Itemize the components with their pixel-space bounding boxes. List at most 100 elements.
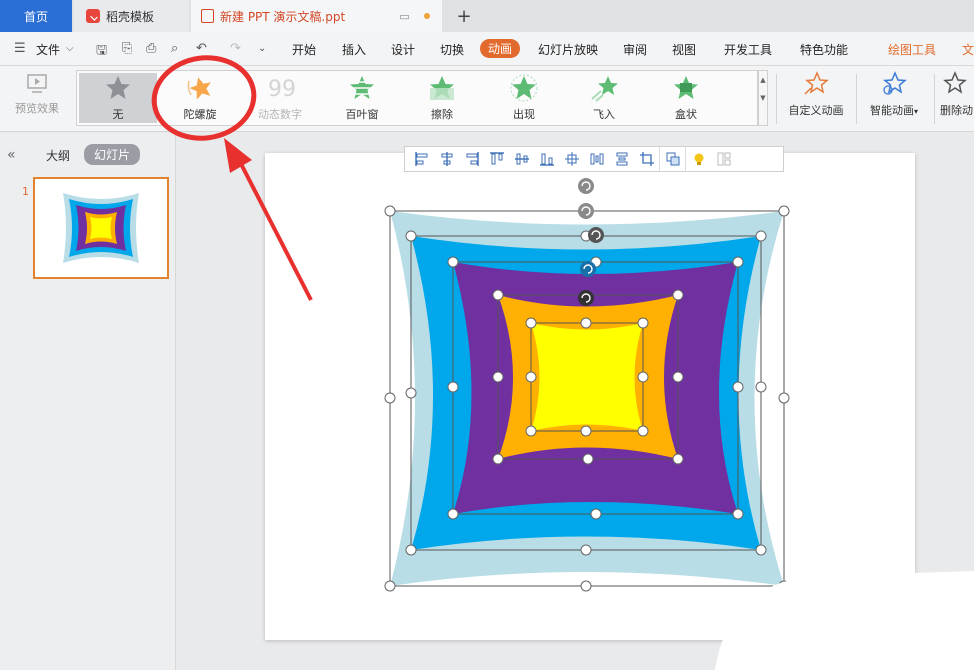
star-gray-icon	[106, 76, 130, 99]
align-right-icon[interactable]	[459, 147, 484, 171]
thumbnail-shapes	[63, 193, 139, 263]
custom-animation-label: 自定义动画	[788, 104, 844, 117]
menu-review[interactable]: 审阅	[623, 41, 647, 58]
chevron-down-icon: ▾	[913, 107, 918, 116]
star-spin-icon	[187, 77, 211, 100]
tab-document[interactable]: 新建 PPT 演示文稿.ppt ▭	[191, 0, 442, 32]
print-preview-icon[interactable]: ⌕	[171, 41, 178, 56]
number-99-icon: 99	[268, 77, 295, 102]
ribbon-separator	[776, 74, 777, 124]
anim-blinds[interactable]: 百叶窗	[323, 73, 401, 123]
delete-animation-button[interactable]: 删除动	[940, 70, 974, 126]
menu-developer[interactable]: 开发工具	[724, 41, 772, 58]
tab-home[interactable]: 首页	[0, 0, 72, 32]
anim-spin[interactable]: 陀螺旋	[161, 73, 239, 123]
smart-animation-button[interactable]: 智能动画▾	[862, 70, 926, 126]
unsaved-dot-icon	[423, 13, 430, 19]
group-icon[interactable]	[659, 147, 685, 171]
star-appear-icon	[510, 74, 538, 102]
star-blinds-icon	[350, 76, 374, 99]
menu-view[interactable]: 视图	[672, 41, 696, 58]
ppt-file-icon	[201, 9, 214, 23]
tab-template[interactable]: 稻壳模板	[74, 0, 189, 32]
gallery-up-icon[interactable]: ▲	[760, 76, 765, 84]
animation-gallery: 无 陀螺旋 99 动态数字 百叶窗 擦除 出现 飞入 盒状	[76, 70, 758, 126]
star-fly-icon	[591, 76, 618, 102]
more-icon[interactable]: ⌄	[258, 43, 266, 54]
menu-text-tools[interactable]: 文	[962, 41, 974, 58]
slide-thumbnail[interactable]	[33, 177, 169, 279]
align-middle-icon[interactable]	[509, 147, 534, 171]
menu-animation[interactable]: 动画	[480, 39, 521, 58]
shape-yellow	[531, 323, 643, 431]
delete-animation-label: 删除动	[940, 104, 973, 117]
smart-animation-label: 智能动画▾	[870, 102, 918, 118]
hamburger-icon[interactable]: ☰	[14, 41, 26, 56]
wps-logo-icon	[86, 9, 100, 23]
tab-outline[interactable]: 大纲	[46, 147, 70, 164]
lightbulb-icon[interactable]	[685, 147, 711, 171]
align-center-icon[interactable]	[434, 147, 459, 171]
menu-features[interactable]: 特色功能	[800, 41, 848, 58]
anim-box[interactable]: 盒状	[647, 73, 725, 123]
tab-slides[interactable]: 幻灯片	[84, 144, 141, 165]
anim-box-label: 盒状	[675, 108, 697, 121]
anim-appear[interactable]: 出现	[485, 73, 563, 123]
star-wipe-icon	[430, 76, 454, 100]
collapse-panel-icon[interactable]: «	[7, 147, 16, 163]
gallery-scroll[interactable]: ▲ ▼	[758, 70, 768, 126]
star-box-icon	[674, 76, 698, 99]
new-tab-button[interactable]: +	[452, 0, 476, 32]
anim-spin-label: 陀螺旋	[183, 108, 217, 121]
menu-insert[interactable]: 插入	[342, 41, 366, 58]
anim-appear-label: 出现	[513, 108, 535, 121]
anim-fly-in-label: 飞入	[593, 108, 615, 121]
anim-fly-in[interactable]: 飞入	[565, 73, 643, 123]
menu-slideshow[interactable]: 幻灯片放映	[538, 41, 598, 58]
gallery-down-icon[interactable]: ▼	[760, 94, 765, 102]
ribbon-separator	[934, 74, 935, 124]
menu-transition[interactable]: 切换	[440, 41, 464, 58]
align-page-center-icon[interactable]	[559, 147, 584, 171]
chevron-down-icon[interactable]: ⌵	[66, 43, 74, 54]
tab-document-label: 新建 PPT 演示文稿.ppt	[220, 9, 346, 24]
overlay-blob	[715, 571, 974, 670]
layout-icon[interactable]	[711, 147, 736, 171]
slide-number: 1	[22, 185, 29, 198]
redo-icon[interactable]: ↷	[230, 41, 241, 56]
preview-icon	[27, 74, 47, 93]
save-icon[interactable]: 🖫	[96, 41, 107, 63]
format-painter-icon[interactable]: ⎘	[122, 41, 132, 56]
custom-animation-button[interactable]: 自定义动画	[782, 70, 850, 126]
anim-none[interactable]: 无	[79, 73, 157, 123]
distribute-vertical-icon[interactable]	[609, 147, 634, 171]
monitor-icon[interactable]: ▭	[399, 10, 409, 23]
file-menu[interactable]: 文件	[36, 41, 60, 58]
anim-wipe[interactable]: 擦除	[403, 73, 481, 123]
anim-dynamic-number[interactable]: 99 动态数字	[241, 73, 319, 123]
svg-text:99: 99	[268, 77, 295, 102]
menu-bar: ☰ 文件 ⌵ 🖫 ⎘ ⎙ ⌕ ↶ ↷ ⌄ 开始 插入 设计 切换 动画 幻灯片放…	[0, 32, 974, 66]
crop-icon[interactable]	[634, 147, 659, 171]
align-left-icon[interactable]	[409, 147, 434, 171]
menu-home[interactable]: 开始	[292, 41, 316, 58]
align-toolbar	[404, 146, 784, 172]
undo-icon[interactable]: ↶	[196, 41, 207, 56]
print-icon[interactable]: ⎙	[146, 41, 156, 56]
slide-panel: « 大纲 幻灯片 1	[0, 133, 176, 670]
distribute-horizontal-icon[interactable]	[584, 147, 609, 171]
align-bottom-icon[interactable]	[534, 147, 559, 171]
delete-animation-icon	[943, 71, 967, 94]
anim-none-label: 无	[112, 108, 124, 121]
ribbon-separator	[856, 74, 857, 124]
title-bar: 首页 稻壳模板 新建 PPT 演示文稿.ppt ▭ +	[0, 0, 974, 32]
preview-effect-button[interactable]: 预览效果	[6, 70, 68, 126]
anim-wipe-label: 擦除	[431, 108, 453, 121]
selected-shapes[interactable]	[380, 178, 800, 598]
custom-animation-icon	[804, 71, 829, 95]
tab-home-label: 首页	[23, 9, 48, 24]
align-top-icon[interactable]	[484, 147, 509, 171]
menu-drawing-tools[interactable]: 绘图工具	[888, 41, 936, 58]
anim-dynamic-number-label: 动态数字	[258, 108, 302, 121]
menu-design[interactable]: 设计	[391, 41, 415, 58]
